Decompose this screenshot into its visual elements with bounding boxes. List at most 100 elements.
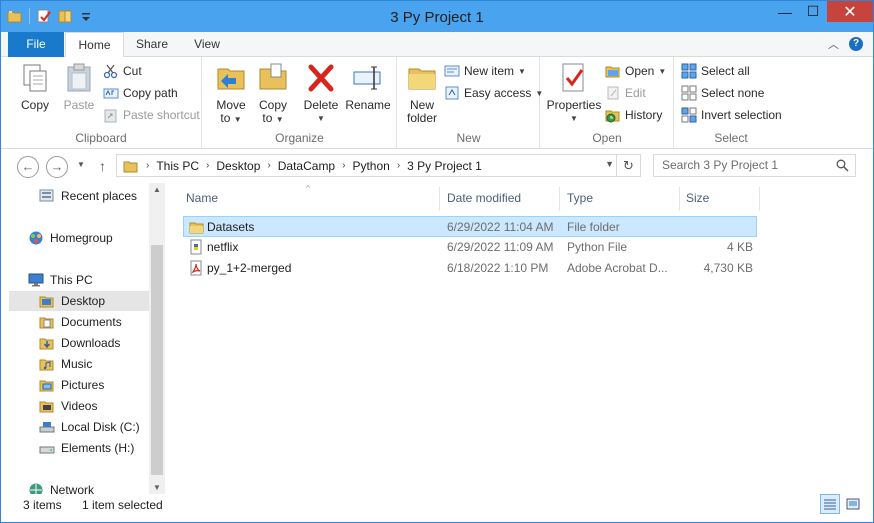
dropdown-caret-icon: ▼ — [275, 115, 284, 124]
copy-path-button[interactable]: Copy path — [103, 83, 178, 103]
file-list: ^ Name Date modified Type Size Datasets … — [175, 183, 873, 494]
move-to-button[interactable]: Move to ▼ — [211, 61, 251, 126]
ribbon-collapse-chevron-icon[interactable]: ︿ — [828, 36, 839, 52]
properties-button[interactable]: Properties ▼ — [545, 61, 603, 125]
address-bar[interactable]: › This PC › Desktop › DataCamp › Python … — [116, 154, 641, 177]
breadcrumb-separator-icon[interactable]: › — [146, 160, 149, 171]
tab-view[interactable]: View — [181, 32, 233, 57]
nav-item-documents[interactable]: Documents — [39, 312, 122, 332]
breadcrumb: › This PC › Desktop › DataCamp › Python … — [117, 158, 482, 174]
location-folder-icon — [123, 158, 139, 174]
address-history-dropdown-icon[interactable]: ▼ — [605, 159, 614, 169]
nav-item-music[interactable]: Music — [39, 354, 92, 374]
new-folder-button[interactable]: New folder — [402, 61, 442, 125]
cut-button[interactable]: Cut — [103, 61, 142, 81]
breadcrumb-this-pc[interactable]: This PC — [156, 159, 199, 173]
edit-icon — [605, 85, 621, 101]
nav-item-downloads[interactable]: Downloads — [39, 333, 120, 353]
table-row[interactable]: py_1+2-merged 6/18/2022 1:10 PM Adobe Ac… — [183, 258, 757, 279]
nav-label: Downloads — [61, 336, 121, 350]
column-divider[interactable] — [439, 187, 440, 211]
tab-share[interactable]: Share — [126, 32, 178, 57]
select-all-button[interactable]: Select all — [681, 61, 750, 81]
paste-shortcut-icon — [103, 107, 119, 123]
column-header-date-modified[interactable]: Date modified — [447, 191, 521, 207]
paste-button[interactable]: Paste — [59, 61, 99, 112]
status-bar: 3 items 1 item selected — [1, 494, 873, 522]
close-button[interactable]: ✕ — [827, 1, 873, 22]
minimize-button[interactable]: — — [771, 1, 799, 22]
forward-arrow-icon[interactable]: → — [46, 156, 68, 178]
nav-item-homegroup[interactable]: Homegroup — [28, 228, 113, 248]
computer-icon — [28, 272, 44, 288]
edit-button[interactable]: Edit — [605, 83, 646, 103]
column-header-name[interactable]: Name — [186, 191, 218, 207]
nav-item-local-disk[interactable]: Local Disk (C:) — [39, 417, 140, 437]
column-header-type[interactable]: Type — [567, 191, 593, 207]
table-row[interactable]: Datasets 6/29/2022 11:04 AM File folder — [183, 216, 757, 237]
dropdown-caret-icon: ▼ — [658, 66, 667, 76]
large-icons-view-icon[interactable] — [843, 494, 863, 514]
breadcrumb-separator-icon[interactable]: › — [206, 160, 209, 171]
table-row[interactable]: netflix 6/29/2022 11:09 AM Python File 4… — [183, 237, 757, 258]
paste-shortcut-button[interactable]: Paste shortcut — [103, 105, 200, 125]
easy-access-button[interactable]: Easy access ▼ — [444, 83, 543, 103]
history-button[interactable]: History — [605, 105, 662, 125]
help-icon[interactable]: ? — [849, 37, 863, 51]
search-input[interactable]: Search 3 Py Project 1 — [653, 154, 856, 177]
scroll-up-arrow-icon[interactable]: ▲ — [149, 185, 165, 194]
file-name: Datasets — [207, 220, 255, 234]
invert-selection-label: Invert selection — [701, 108, 782, 122]
breadcrumb-separator-icon[interactable]: › — [342, 160, 345, 171]
select-none-icon — [681, 85, 697, 101]
scroll-down-arrow-icon[interactable]: ▼ — [149, 483, 165, 492]
nav-scrollbar[interactable]: ▲ ▼ — [149, 183, 165, 494]
refresh-icon[interactable]: ↻ — [616, 155, 640, 176]
column-divider[interactable] — [559, 187, 560, 211]
rename-button[interactable]: Rename — [345, 61, 391, 112]
breadcrumb-separator-icon[interactable]: › — [397, 160, 400, 171]
copy-to-button[interactable]: Copy to ▼ — [253, 61, 293, 126]
recent-locations-chevron-icon[interactable]: ▼ — [77, 160, 85, 169]
new-item-button[interactable]: New item ▼ — [444, 61, 526, 81]
open-label: Open — [625, 64, 655, 78]
delete-button[interactable]: Delete ▼ — [301, 61, 341, 125]
tab-home[interactable]: Home — [65, 32, 124, 58]
breadcrumb-python[interactable]: Python — [352, 159, 389, 173]
up-arrow-icon[interactable]: ↑ — [99, 158, 106, 174]
scrollbar-thumb[interactable] — [151, 245, 163, 475]
back-arrow-icon[interactable]: ← — [17, 156, 39, 178]
copy-path-label: Copy path — [123, 86, 178, 100]
column-divider[interactable] — [759, 187, 760, 211]
file-date: 6/29/2022 11:04 AM — [447, 220, 554, 234]
search-icon[interactable] — [836, 158, 849, 172]
select-none-button[interactable]: Select none — [681, 83, 764, 103]
nav-item-recent-places[interactable]: Recent places — [39, 186, 137, 206]
column-header-size[interactable]: Size — [686, 191, 709, 207]
tab-file[interactable]: File — [8, 32, 64, 57]
pdf-file-icon — [188, 260, 204, 276]
breadcrumb-separator-icon[interactable]: › — [267, 160, 270, 171]
breadcrumb-datacamp[interactable]: DataCamp — [278, 159, 335, 173]
open-button[interactable]: Open ▼ — [605, 61, 666, 81]
select-group-label: Select — [714, 131, 748, 145]
details-view-icon[interactable] — [820, 494, 840, 514]
nav-item-desktop[interactable]: Desktop — [9, 291, 149, 311]
breadcrumb-current-folder[interactable]: 3 Py Project 1 — [407, 159, 482, 173]
nav-item-elements-drive[interactable]: Elements (H:) — [39, 438, 134, 458]
explorer-window: 3 Py Project 1 — ☐ ✕ File Home Share Vie… — [0, 0, 874, 523]
nav-item-this-pc[interactable]: This PC — [28, 270, 93, 290]
column-divider[interactable] — [679, 187, 680, 211]
file-date: 6/18/2022 1:10 PM — [447, 261, 549, 275]
copy-button[interactable]: Copy — [15, 61, 55, 112]
external-drive-icon — [39, 440, 55, 456]
selection-count: 1 item selected — [82, 498, 163, 512]
maximize-button[interactable]: ☐ — [799, 1, 827, 22]
content-area: Recent places Homegroup This PC Desktop — [1, 183, 873, 497]
history-label: History — [625, 108, 663, 122]
breadcrumb-desktop[interactable]: Desktop — [216, 159, 260, 173]
nav-item-videos[interactable]: Videos — [39, 396, 97, 416]
nav-item-pictures[interactable]: Pictures — [39, 375, 104, 395]
invert-selection-button[interactable]: Invert selection — [681, 105, 782, 125]
python-file-icon — [188, 239, 204, 255]
